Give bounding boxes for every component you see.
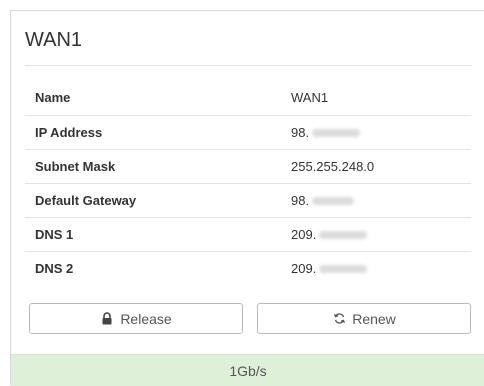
table-row: Name WAN1	[25, 81, 471, 115]
row-label-default-gateway: Default Gateway	[25, 182, 275, 217]
value-text: 209.	[291, 226, 317, 242]
value-text: 255.255.248.0	[291, 158, 375, 174]
refresh-icon	[332, 312, 346, 326]
redacted-blur	[319, 231, 368, 240]
release-button[interactable]: Release	[29, 303, 243, 334]
row-value-ip-address: 98.	[275, 114, 471, 149]
redacted-blur	[319, 265, 368, 274]
table-row: Default Gateway 98.	[25, 182, 471, 217]
card-title: WAN1	[25, 29, 83, 51]
row-value-dns-1: 209.	[275, 216, 471, 251]
redacted-blur	[312, 129, 361, 138]
table-row: DNS 2 209.	[25, 250, 471, 285]
row-label-name: Name	[35, 90, 71, 106]
table-row: IP Address 98.	[25, 114, 471, 149]
row-value-default-gateway: 98.	[275, 182, 471, 217]
release-label: Release	[120, 310, 172, 327]
row-label-dns-1: DNS 1	[25, 216, 275, 251]
value-text: 209.	[291, 260, 317, 276]
redacted-blur	[312, 197, 355, 206]
lock-icon	[100, 312, 114, 326]
row-value-name: WAN1	[275, 81, 471, 115]
table-row: DNS 1 209.	[25, 216, 471, 251]
title-divider	[25, 65, 472, 66]
link-speed-status: 1Gb/s	[11, 354, 484, 386]
row-label-dns-2: DNS 2	[25, 250, 275, 285]
link-speed-text: 1Gb/s	[229, 362, 267, 379]
row-value-subnet-mask: 255.255.248.0	[275, 148, 471, 183]
action-buttons: Release Renew	[29, 303, 473, 335]
table-row: Subnet Mask 255.255.248.0	[25, 148, 471, 183]
row-label-ip-address: IP Address	[25, 114, 275, 149]
value-text: WAN1	[291, 90, 329, 106]
wan-status-card: WAN1 Name WAN1 IP Address 98. Subnet Mas…	[10, 10, 484, 386]
wan-info-table: Name WAN1 IP Address 98. Subnet Mask 255…	[25, 81, 471, 285]
value-text: 98.	[291, 124, 310, 140]
renew-button[interactable]: Renew	[257, 303, 471, 334]
renew-label: Renew	[352, 310, 396, 327]
value-text: 98.	[291, 192, 310, 208]
row-value-dns-2: 209.	[275, 250, 471, 285]
row-label-subnet-mask: Subnet Mask	[25, 148, 275, 183]
